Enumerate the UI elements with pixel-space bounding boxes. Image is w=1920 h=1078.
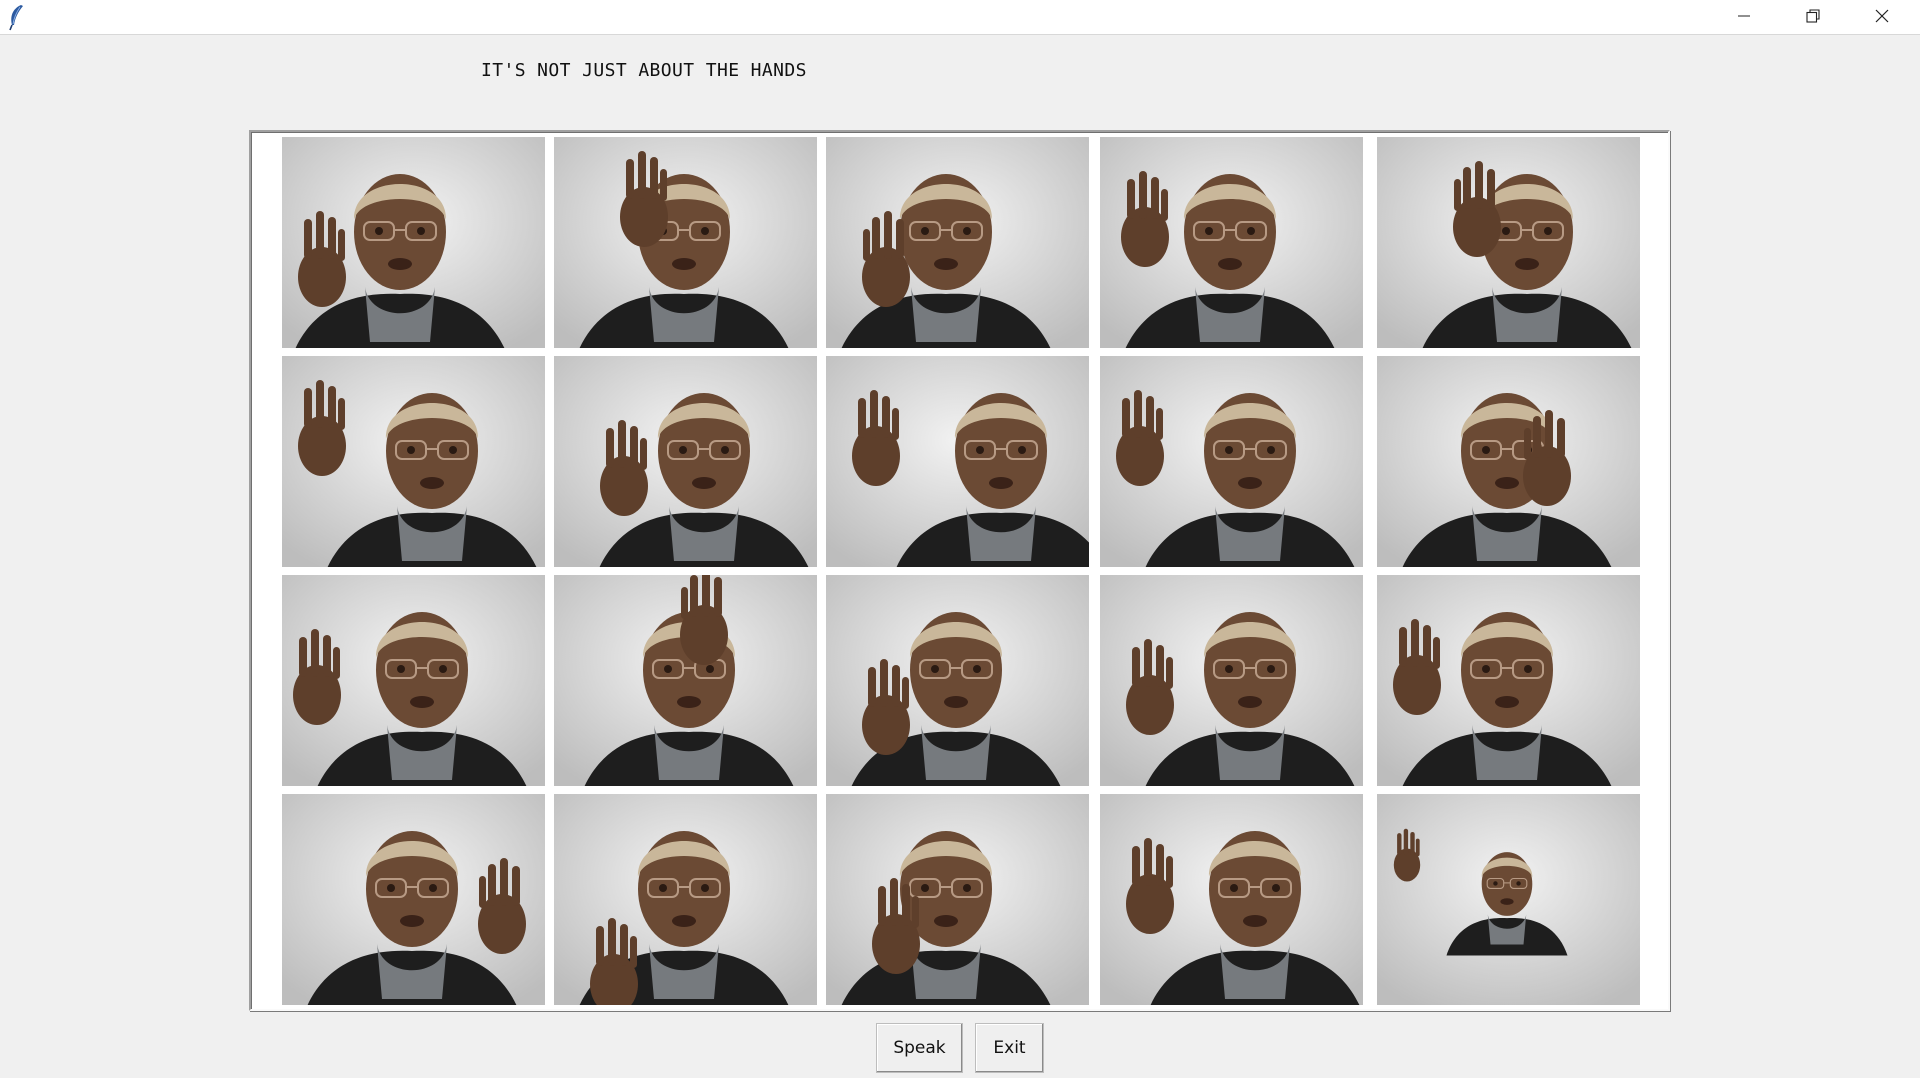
- photo-grid: [282, 137, 1640, 1005]
- sign-photo-2: [554, 137, 817, 348]
- sign-photo-17: [554, 794, 817, 1005]
- sign-photo-3: [826, 137, 1089, 348]
- speak-button[interactable]: Speak: [876, 1023, 963, 1073]
- close-button[interactable]: [1847, 0, 1917, 32]
- title-bar: [0, 0, 1920, 34]
- exit-button[interactable]: Exit: [975, 1023, 1044, 1073]
- restore-icon: [1805, 8, 1821, 24]
- sign-photo-9: [1100, 356, 1363, 567]
- sign-photo-4: [1100, 137, 1363, 348]
- minimize-button[interactable]: [1709, 0, 1779, 32]
- sign-photo-13: [826, 575, 1089, 786]
- title-bar-divider: [0, 34, 1920, 35]
- restore-button[interactable]: [1778, 0, 1848, 32]
- minimize-icon: [1736, 8, 1752, 24]
- sign-photo-16: [282, 794, 545, 1005]
- sign-photo-5: [1377, 137, 1640, 348]
- feather-icon: [6, 3, 26, 31]
- sign-photo-11: [282, 575, 545, 786]
- sign-photo-15: [1377, 575, 1640, 786]
- sign-photo-20: [1377, 794, 1640, 1005]
- sign-photo-1: [282, 137, 545, 348]
- sign-photo-12: [554, 575, 817, 786]
- page-heading: IT'S NOT JUST ABOUT THE HANDS: [481, 60, 807, 81]
- sign-photo-19: [1100, 794, 1363, 1005]
- sign-photo-18: [826, 794, 1089, 1005]
- sign-photo-14: [1100, 575, 1363, 786]
- sign-photo-7: [554, 356, 817, 567]
- sign-photo-10: [1377, 356, 1640, 567]
- close-icon: [1874, 8, 1890, 24]
- sign-photo-6: [282, 356, 545, 567]
- sign-photo-8: [826, 356, 1089, 567]
